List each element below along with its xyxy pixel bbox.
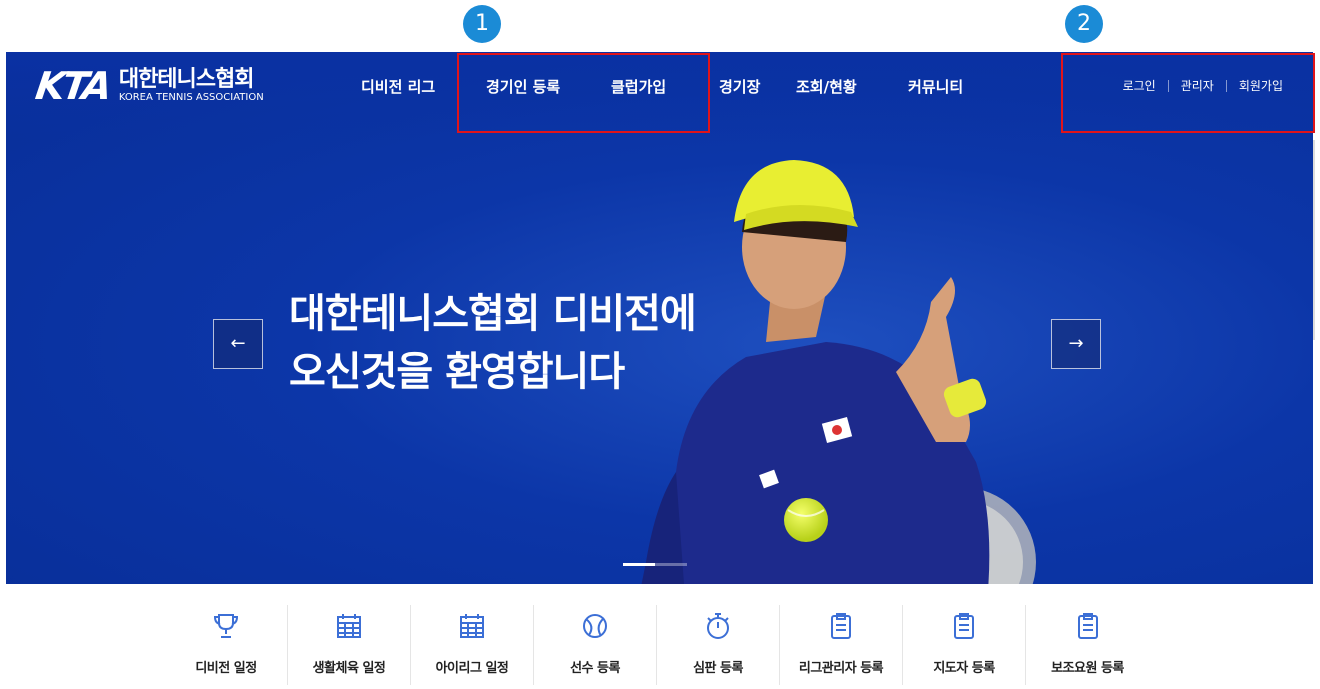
quick-coach-registration[interactable]: 지도자 등록 bbox=[903, 605, 1026, 685]
quick-player-registration[interactable]: 선수 등록 bbox=[534, 605, 657, 685]
site-header: KTA 대한테니스협회 KOREA TENNIS ASSOCIATION 디비전… bbox=[6, 52, 1313, 132]
quick-label: 아이리그 일정 bbox=[435, 661, 509, 676]
quick-assistant-registration[interactable]: 보조요원 등록 bbox=[1026, 605, 1149, 685]
quick-ileague-schedule[interactable]: 아이리그 일정 bbox=[411, 605, 534, 685]
calendar-icon bbox=[460, 614, 484, 638]
stopwatch-icon bbox=[707, 613, 729, 639]
logo-text: 대한테니스협회 KOREA TENNIS ASSOCIATION bbox=[119, 68, 264, 104]
logo-korean-name: 대한테니스협회 bbox=[118, 67, 255, 92]
page: 1 2 KTA 대한테니스협회 KOREA TENNIS ASSOCIATION… bbox=[0, 0, 1320, 689]
util-divider bbox=[1225, 79, 1227, 92]
carousel-dot-1[interactable] bbox=[623, 563, 655, 566]
quick-label: 리그관리자 등록 bbox=[798, 661, 884, 676]
carousel-pagination bbox=[623, 563, 687, 566]
quick-menu: 디비전 일정 생활체육 일정 아이리그 일정 선수 등록 심판 등록 리그관리자… bbox=[165, 605, 1149, 685]
quick-label: 지도자 등록 bbox=[933, 661, 995, 676]
signup-link[interactable]: 회원가입 bbox=[1239, 77, 1283, 94]
nav-division-league[interactable]: 디비전 리그 bbox=[361, 76, 435, 97]
utility-menu: 로그인 관리자 회원가입 bbox=[1123, 77, 1283, 94]
callout-badge-1: 1 bbox=[463, 5, 501, 43]
carousel-dot-2[interactable] bbox=[655, 563, 687, 566]
hero-banner: KTA 대한테니스협회 KOREA TENNIS ASSOCIATION 디비전… bbox=[6, 52, 1313, 584]
hero-title-line-2: 오신것을 환영합니다 bbox=[289, 349, 625, 395]
quick-referee-registration[interactable]: 심판 등록 bbox=[657, 605, 780, 685]
quick-label: 생활체육 일정 bbox=[312, 661, 386, 676]
scrollbar[interactable] bbox=[1313, 140, 1315, 340]
quick-label: 디비전 일정 bbox=[195, 661, 257, 676]
clipboard-icon bbox=[831, 613, 851, 639]
admin-link[interactable]: 관리자 bbox=[1181, 77, 1214, 94]
quick-label: 선수 등록 bbox=[570, 661, 620, 676]
quick-label: 심판 등록 bbox=[693, 661, 743, 676]
quick-league-manager-registration[interactable]: 리그관리자 등록 bbox=[780, 605, 903, 685]
hero-title: 대한테니스협회 디비전에 오신것을 환영합니다 bbox=[289, 285, 697, 401]
util-divider bbox=[1167, 79, 1169, 92]
quick-sports-schedule[interactable]: 생활체육 일정 bbox=[288, 605, 411, 685]
carousel-next-button[interactable]: → bbox=[1051, 319, 1101, 369]
trophy-icon bbox=[213, 614, 239, 638]
quick-label: 보조요원 등록 bbox=[1051, 661, 1124, 676]
clipboard-icon bbox=[1077, 613, 1098, 639]
hero-title-line-1: 대한테니스협회 디비전에 bbox=[289, 291, 697, 337]
callout-badge-2: 2 bbox=[1065, 5, 1103, 43]
login-link[interactable]: 로그인 bbox=[1123, 77, 1156, 94]
nav-stadium[interactable]: 경기장 bbox=[719, 76, 760, 97]
nav-status-lookup[interactable]: 조회/현황 bbox=[796, 76, 857, 97]
quick-division-schedule[interactable]: 디비전 일정 bbox=[165, 605, 288, 685]
clipboard-icon bbox=[954, 613, 974, 639]
calendar-icon bbox=[337, 614, 361, 638]
tennis-ball-icon bbox=[583, 614, 607, 638]
carousel-prev-button[interactable]: ← bbox=[213, 319, 263, 369]
kta-logo-mark: KTA bbox=[32, 64, 112, 108]
logo-english-name: KOREA TENNIS ASSOCIATION bbox=[118, 92, 264, 103]
nav-club-join[interactable]: 클럽가입 bbox=[611, 76, 666, 97]
nav-player-registration[interactable]: 경기인 등록 bbox=[486, 76, 560, 97]
nav-community[interactable]: 커뮤니티 bbox=[908, 76, 963, 97]
site-logo[interactable]: KTA 대한테니스협회 KOREA TENNIS ASSOCIATION bbox=[32, 64, 264, 108]
